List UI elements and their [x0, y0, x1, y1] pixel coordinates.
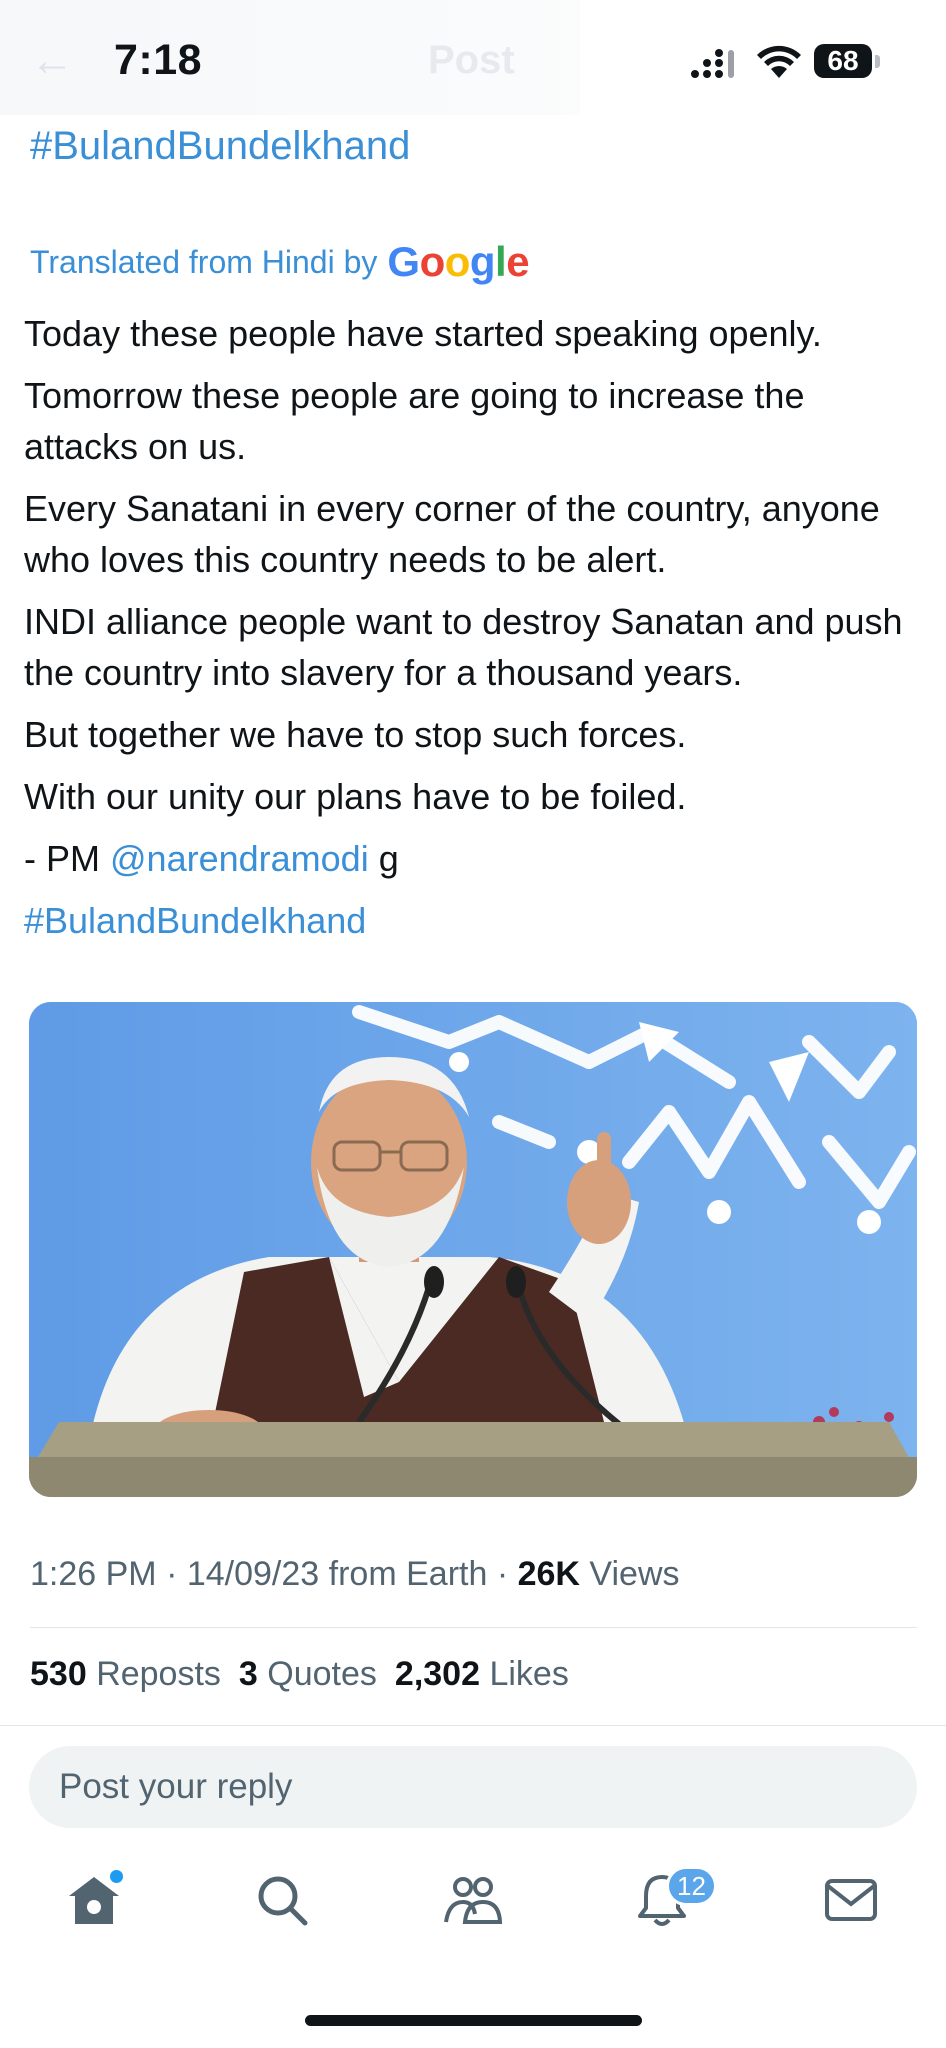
back-arrow-icon[interactable]: ←	[30, 36, 74, 86]
battery-cap	[875, 55, 880, 68]
translation-attribution: Translated from Hindi by Google	[30, 238, 530, 286]
notifications-badge: 12	[666, 1866, 717, 1906]
likes-count[interactable]: 2,302	[395, 1655, 480, 1693]
messages-icon	[825, 1879, 877, 1921]
likes-label[interactable]: Likes	[489, 1655, 568, 1693]
tab-search[interactable]	[237, 1855, 327, 1945]
quotes-label[interactable]: Quotes	[267, 1655, 377, 1693]
mention-link[interactable]: @narendramodi	[110, 838, 369, 879]
reposts-label[interactable]: Reposts	[96, 1655, 221, 1693]
hashtag-link-bottom[interactable]: #BulandBundelkhand	[24, 895, 924, 946]
divider	[30, 1627, 917, 1628]
status-time: 7:18	[114, 36, 203, 84]
post-line: Every Sanatani in every corner of the co…	[24, 488, 880, 580]
cellular-signal-icon	[691, 49, 734, 78]
speaker-photo-illustration	[29, 1002, 917, 1497]
post-line: Today these people have started speaking…	[24, 313, 822, 354]
tab-home[interactable]	[49, 1855, 139, 1945]
post-line: Tomorrow these people are going to incre…	[24, 375, 805, 467]
post-line: But together we have to stop such forces…	[24, 714, 687, 755]
reply-input[interactable]: Post your reply	[29, 1746, 917, 1828]
post-image[interactable]	[29, 1002, 917, 1497]
home-unread-dot	[110, 1870, 123, 1883]
post-signature: - PM @narendramodi g	[24, 833, 924, 884]
google-logo: Google	[387, 238, 530, 285]
quotes-count[interactable]: 3	[239, 1655, 258, 1693]
signature-suffix: g	[378, 838, 399, 879]
reposts-count[interactable]: 530	[30, 1655, 87, 1693]
post-time: 1:26 PM	[30, 1555, 157, 1593]
signature-prefix: - PM	[24, 838, 100, 879]
wifi-icon	[757, 45, 801, 78]
engagement-stats: 530 Reposts 3 Quotes 2,302 Likes	[30, 1655, 569, 1694]
views-label[interactable]: Views	[589, 1555, 679, 1593]
post-text: Today these people have started speaking…	[24, 308, 924, 957]
divider	[0, 1725, 946, 1726]
post-line: INDI alliance people want to destroy San…	[24, 601, 903, 693]
post-meta: 1:26 PM · 14/09/23 from Earth · 26K View…	[30, 1555, 680, 1593]
bottom-tab-bar	[0, 1855, 946, 1965]
post-line: With our unity our plans have to be foil…	[24, 776, 687, 817]
hashtag-link-top[interactable]: #BulandBundelkhand	[30, 124, 410, 169]
post-date: 14/09/23	[186, 1555, 320, 1593]
translated-label: Translated from Hindi by	[30, 243, 378, 280]
home-indicator[interactable]	[305, 2015, 642, 2026]
status-bar: ← Post 7:18 68	[0, 0, 946, 120]
tab-communities[interactable]	[428, 1855, 518, 1945]
post-source: from Earth	[328, 1555, 488, 1593]
tab-messages[interactable]	[806, 1855, 896, 1945]
views-count[interactable]: 26K	[518, 1555, 580, 1593]
communities-icon	[444, 1877, 503, 1924]
header-title: Post	[428, 38, 515, 82]
battery-indicator: 68	[814, 44, 872, 78]
search-icon	[258, 1876, 308, 1926]
